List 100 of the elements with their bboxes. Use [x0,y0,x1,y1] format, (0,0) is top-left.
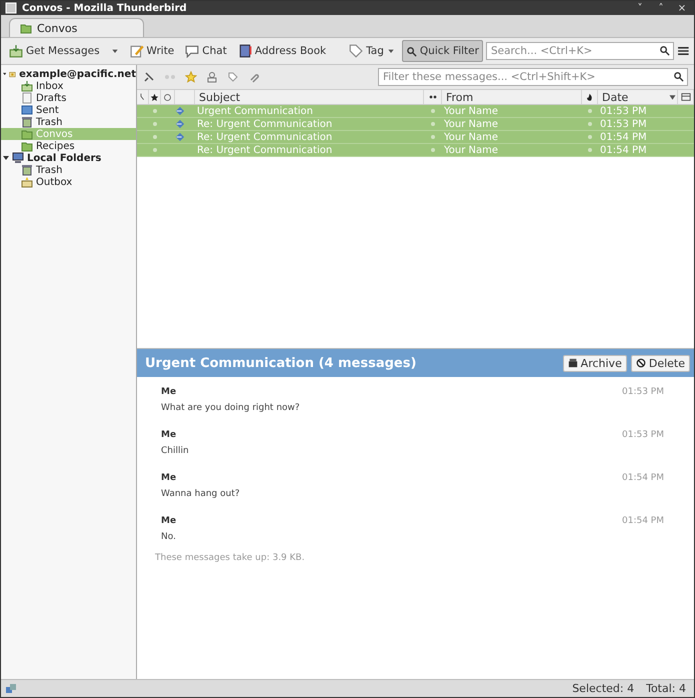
twisty-icon[interactable] [3,155,9,161]
star-icon [185,71,197,83]
folder-item[interactable]: Sent [1,104,136,116]
subject-cell-text: Re: Urgent Communication [196,118,334,130]
flame-icon [585,92,594,102]
folder-item[interactable]: Trash [1,116,136,128]
subject-cell-text: Re: Urgent Communication [196,132,334,142]
folder-item[interactable]: Local Folders [1,152,136,164]
search-icon [406,46,417,56]
window-control[interactable]: ˅ [632,2,648,14]
subject-cell-text: Urgent Communication [196,106,314,116]
message-time: 01:53 PM [622,430,664,440]
tag-icon [349,44,364,58]
folder-item[interactable]: Recipes [1,140,136,152]
junk-dot-icon[interactable] [588,135,592,139]
window-control[interactable]: ˄ [653,2,669,14]
message-author: Me [161,516,178,526]
column-title[interactable]: Date [598,90,628,104]
toolbar-button[interactable]: Write [126,40,178,62]
caret-icon [110,47,119,55]
star-dot-icon[interactable] [153,122,157,126]
twisty-icon[interactable] [3,71,6,77]
subject-cell-text: Re: Urgent Communication [196,144,334,156]
junk-dot-icon[interactable] [588,122,592,126]
filter-field[interactable]: Filter these messages... <Ctrl+Shift+K> [378,68,688,86]
toolbar-button[interactable]: Quick Filter [402,40,483,62]
conversation-title: Urgent Communication (4 messages) [145,356,418,370]
star-dot-icon[interactable] [153,109,157,113]
folder-icon [20,22,32,34]
message-body: No. [161,532,177,542]
folder-item[interactable]: Trash [1,164,136,176]
date-cell-text: 01:53 PM [599,106,648,116]
sender-cell-text: Your Name [443,132,500,142]
tab[interactable]: Convos [9,18,144,37]
message-body: What are you doing right now? [161,403,301,413]
message-author: Me [161,387,178,397]
person-icon [206,71,218,83]
glasses-icon [428,93,438,101]
total-count: Total: 4 [646,682,686,695]
date-cell-text: 01:54 PM [599,144,648,156]
message-author: Me [161,430,178,440]
search-field[interactable]: Search... <Ctrl+K> [486,42,674,60]
junk-dot-icon[interactable] [588,109,592,113]
trash-icon [21,164,33,176]
toolbar-button[interactable]: Address Book [234,40,330,62]
message-time: 01:54 PM [622,516,664,526]
pencil-icon [130,44,144,58]
message-body: Wanna hang out? [161,489,241,499]
outbox-icon [21,176,33,188]
sender-cell-text: Your Name [443,118,500,130]
address-book-icon [238,44,252,58]
document-icon [21,92,33,104]
block-icon [636,358,646,368]
folder-item[interactable]: example@pacific.net [1,68,136,80]
menu-icon [677,44,690,58]
search-icon [659,45,670,56]
folder-item[interactable]: Outbox [1,176,136,188]
toolbar-button[interactable]: Chat [181,40,231,62]
read-dot-icon[interactable] [431,135,435,139]
search-icon [673,71,684,82]
chat-icon [185,44,200,58]
trash-icon [21,116,33,128]
folder-item[interactable]: Inbox [1,80,136,92]
sent-icon [21,104,33,116]
star-icon [150,92,159,102]
read-dot-icon[interactable] [431,122,435,126]
folder-icon [21,128,33,140]
inbox-icon [9,44,23,58]
junk-dot-icon[interactable] [588,148,592,152]
column-title[interactable]: From [442,90,474,104]
sender-cell-text: Your Name [443,144,500,156]
inbox-icon [21,80,33,92]
archive-icon [568,358,578,368]
delete-button[interactable]: Delete [630,354,690,372]
archive-button[interactable]: Archive [562,354,627,372]
caret-icon [386,47,395,55]
message-author: Me [161,473,178,483]
tag-icon [227,71,239,83]
thread-icon [138,93,146,101]
read-dot-icon[interactable] [431,148,435,152]
toolbar-button[interactable]: Get Messages [5,40,104,62]
folder-item[interactable]: Drafts [1,92,136,104]
date-cell-text: 01:53 PM [599,118,648,130]
computer-icon [12,152,24,164]
column-title[interactable]: Subject [195,90,240,104]
date-cell-text: 01:54 PM [599,132,648,142]
message-time: 01:53 PM [622,387,664,397]
window-control[interactable]: × [674,2,690,14]
size-note: These messages take up: 3.9 KB. [155,553,306,563]
read-dot-icon[interactable] [431,109,435,113]
activity-icon [5,682,17,694]
message-time: 01:54 PM [622,473,664,483]
column-picker-icon [680,92,690,102]
message-body: Chillin [161,446,190,456]
sort-caret-icon [668,92,677,102]
star-dot-icon[interactable] [153,135,157,139]
window-title: Convos - Mozilla Thunderbird [22,2,188,14]
sender-cell-text: Your Name [443,106,500,116]
toolbar-button[interactable]: Tag [345,40,399,62]
star-dot-icon[interactable] [153,148,157,152]
